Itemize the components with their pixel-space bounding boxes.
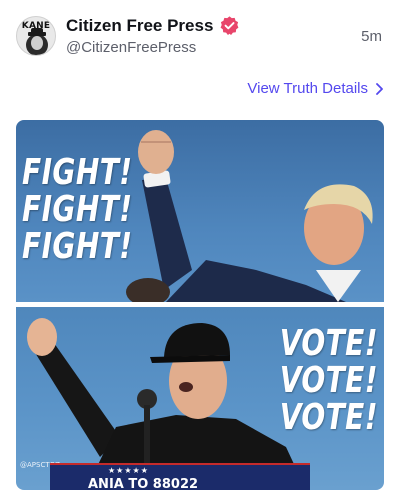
verified-badge-icon [220,16,239,35]
view-truth-details-link[interactable]: View Truth Details [247,80,384,97]
media-panel-vote: VOTE! VOTE! VOTE! @APSCTOZ ★★★★★ ANIA TO… [16,307,384,490]
vote-chant-text: VOTE! VOTE! VOTE! [280,325,378,436]
post-header: KANE Citizen Free Press @CitizenFreePres… [16,12,384,64]
view-truth-details-label: View Truth Details [247,80,368,97]
post-timestamp: 5m [361,28,382,45]
vote-line-3: VOTE! [279,397,378,438]
fight-chant-text: FIGHT! FIGHT! FIGHT! [22,154,132,265]
banner-stars: ★★★★★ [108,466,149,475]
avatar[interactable]: KANE [16,16,56,56]
banner-text: ANIA TO 88022 [88,477,199,490]
chevron-right-icon [376,82,383,95]
fight-line-2: FIGHT! [22,189,133,230]
vote-line-1: VOTE! [279,323,378,364]
user-handle[interactable]: @CitizenFreePress [66,39,196,56]
avatar-label: KANE [21,21,51,31]
truth-post: KANE Citizen Free Press @CitizenFreePres… [0,0,400,500]
media-panel-fight: FIGHT! FIGHT! FIGHT! [16,120,384,302]
display-name[interactable]: Citizen Free Press [66,16,213,36]
rally-banner: ★★★★★ ANIA TO 88022 [50,463,310,490]
fight-line-3: FIGHT! [22,226,133,267]
vote-line-2: VOTE! [279,360,378,401]
post-media[interactable]: FIGHT! FIGHT! FIGHT! VOTE! VOTE! VOTE! @… [16,120,384,490]
fight-line-1: FIGHT! [22,152,133,193]
